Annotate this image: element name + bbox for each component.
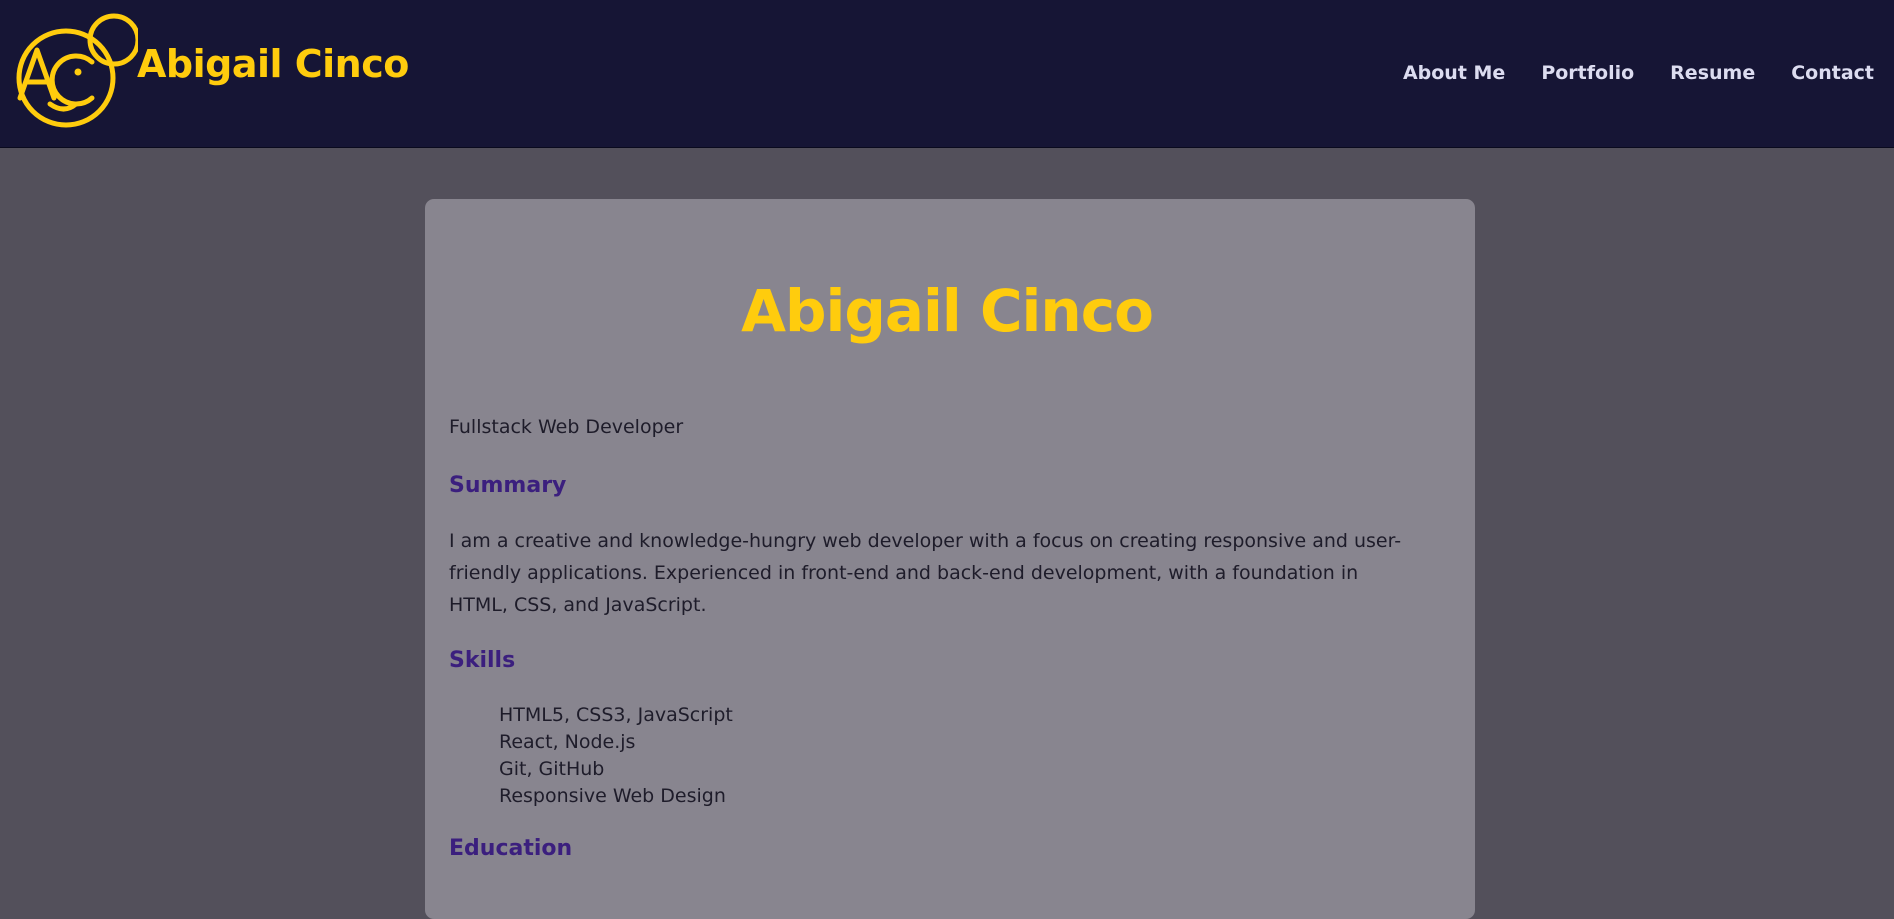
resume-tagline: Fullstack Web Developer: [449, 416, 684, 438]
skill-item: React, Node.js: [499, 731, 636, 753]
summary-text: I am a creative and knowledge-hungry web…: [449, 530, 1402, 616]
skills-heading: Skills: [449, 648, 516, 673]
nav-link-contact[interactable]: Contact: [1791, 62, 1874, 84]
brand-name[interactable]: Abigail Cinco: [137, 42, 409, 86]
resume-name-title: Abigail Cinco: [741, 277, 1154, 345]
skill-item: HTML5, CSS3, JavaScript: [499, 704, 733, 726]
nav-link-portfolio[interactable]: Portfolio: [1541, 62, 1634, 84]
nav-link-about-me[interactable]: About Me: [1403, 62, 1505, 84]
nav-link-resume[interactable]: Resume: [1670, 62, 1755, 84]
ac-smiley-logo-icon: [16, 13, 138, 128]
top-navbar: Abigail Cinco About Me Portfolio Resume …: [0, 0, 1894, 148]
summary-heading: Summary: [449, 473, 567, 498]
home-logo-link[interactable]: [10, 10, 138, 128]
skill-item: Responsive Web Design: [499, 785, 726, 807]
skill-item: Git, GitHub: [499, 758, 605, 780]
education-heading: Education: [449, 836, 573, 861]
skills-list: HTML5, CSS3, JavaScript React, Node.js G…: [499, 702, 733, 810]
main-nav: About Me Portfolio Resume Contact: [1403, 62, 1874, 84]
